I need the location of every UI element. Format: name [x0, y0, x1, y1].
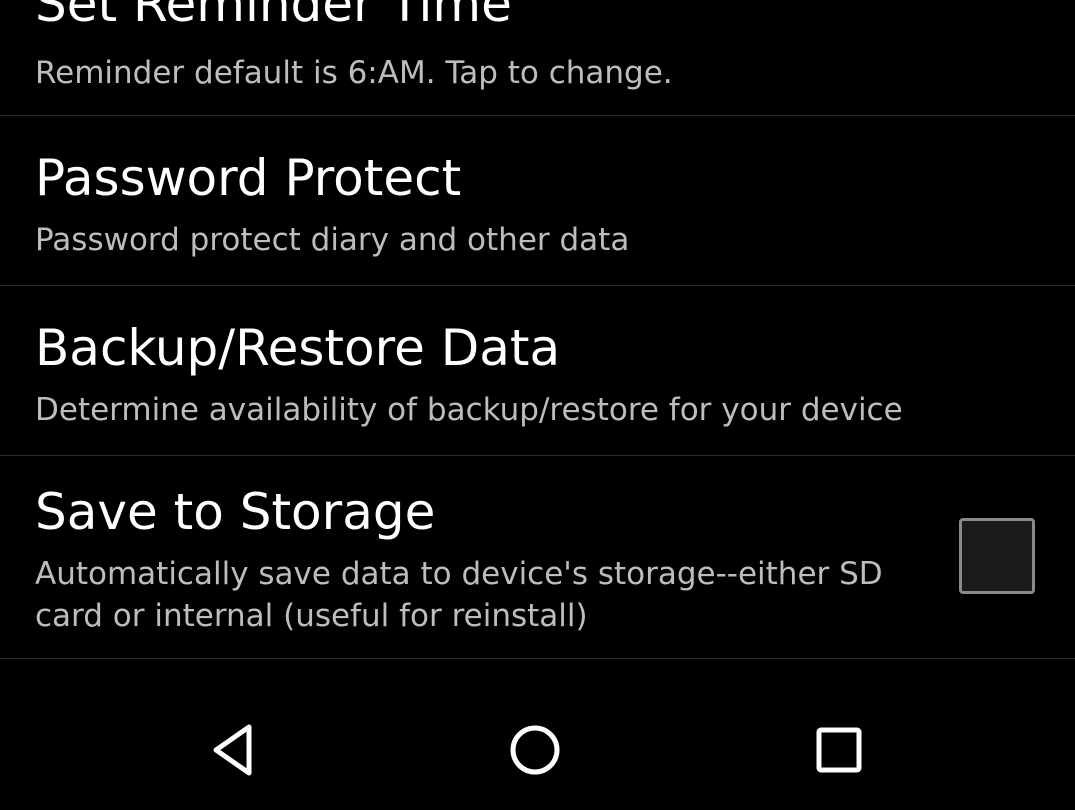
recents-button[interactable] [799, 715, 879, 785]
pref-title: Save to Storage [35, 483, 436, 541]
settings-screen: Set Reminder Time Reminder default is 6:… [0, 0, 1075, 810]
pref-summary: Determine availability of backup/restore… [35, 392, 903, 428]
pref-password-protect[interactable]: Password Protect Password protect diary … [0, 116, 1075, 286]
save-to-storage-checkbox[interactable] [959, 518, 1035, 594]
pref-title: Password Protect [35, 149, 462, 207]
pref-title: Set Reminder Time [35, 0, 512, 33]
pref-save-to-storage[interactable]: Save to Storage Automatically save data … [0, 456, 1075, 659]
back-button[interactable] [193, 715, 273, 785]
preference-list: Set Reminder Time Reminder default is 6:… [0, 0, 1075, 659]
home-button[interactable] [495, 715, 575, 785]
home-icon [510, 725, 560, 775]
recents-icon [816, 727, 862, 773]
pref-summary: Automatically save data to device's stor… [35, 556, 883, 634]
pref-backup-restore-data[interactable]: Backup/Restore Data Determine availabili… [0, 286, 1075, 456]
pref-summary: Password protect diary and other data [35, 222, 630, 258]
pref-summary: Reminder default is 6:AM. Tap to change. [35, 55, 673, 91]
navigation-bar [0, 690, 1075, 810]
pref-set-reminder-time[interactable]: Set Reminder Time Reminder default is 6:… [0, 0, 1075, 116]
back-icon [213, 724, 252, 776]
pref-title: Backup/Restore Data [35, 319, 561, 377]
